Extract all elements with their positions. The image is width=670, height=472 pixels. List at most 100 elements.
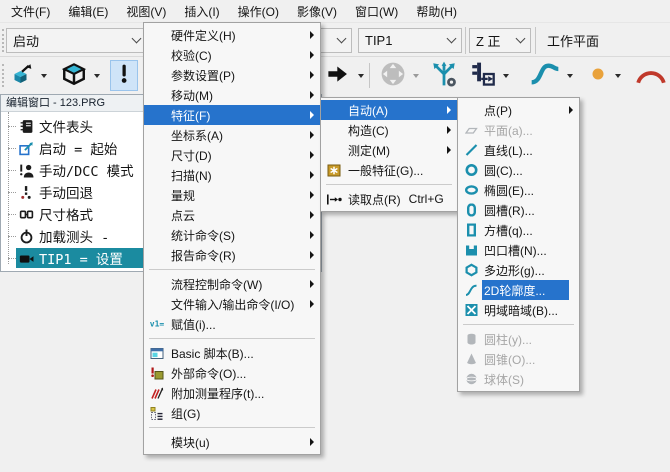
- menu-item-generic-feature[interactable]: 一般特征(G)...: [321, 160, 457, 180]
- submenu-arrow-icon: [310, 231, 314, 239]
- dropdown-caret-icon[interactable]: [503, 74, 509, 78]
- feature-submenu: 自动(A) 构造(C) 测定(M) 一般特征(G)... 读取点(R) Ctrl…: [320, 97, 458, 212]
- tree-row-label: TIP1 = 设置: [39, 248, 123, 268]
- menu-item-parameter-settings[interactable]: 参数设置(P): [144, 65, 320, 85]
- menu-item-hardware-definition[interactable]: 硬件定义(H): [144, 25, 320, 45]
- chevron-down-icon[interactable]: [447, 34, 457, 44]
- main-toolbar: [0, 57, 670, 94]
- group-icon: [149, 406, 165, 421]
- generic-feature-icon: [326, 163, 342, 178]
- move-pad-button[interactable]: [377, 60, 409, 91]
- chevron-down-icon[interactable]: [132, 34, 142, 44]
- menu-item-circle[interactable]: 圆(C)...: [458, 160, 579, 180]
- menu-item-sphere[interactable]: 球体(S): [458, 369, 579, 389]
- menu-item-polygon[interactable]: 多边形(g)...: [458, 260, 579, 280]
- submenu-arrow-icon: [310, 438, 314, 446]
- circle-icon: [463, 163, 479, 178]
- menu-item-read-point[interactable]: 读取点(R) Ctrl+G: [321, 189, 457, 209]
- menu-item-external-command[interactable]: 外部命令(O)...: [144, 363, 320, 383]
- point-dot-button[interactable]: [585, 60, 611, 91]
- menu-item-module[interactable]: 模块(u): [144, 432, 320, 452]
- menu-item-round-slot[interactable]: 圆槽(R)...: [458, 200, 579, 220]
- menu-item-report-command[interactable]: 报告命令(R): [144, 245, 320, 265]
- arc-button[interactable]: [632, 60, 670, 91]
- path-gear-button[interactable]: [428, 60, 460, 91]
- probe-toolbox-icon: [468, 61, 496, 90]
- run-arrow-button[interactable]: [322, 60, 354, 91]
- dropdown-caret-icon[interactable]: [413, 74, 419, 78]
- dropdown-caret-icon[interactable]: [41, 74, 47, 78]
- menu-item-line[interactable]: 直线(L)...: [458, 140, 579, 160]
- axis-combo[interactable]: Z 正: [469, 28, 531, 53]
- menubar-item-edit[interactable]: 编辑(E): [59, 0, 117, 22]
- menu-item-group[interactable]: 组(G): [144, 403, 320, 423]
- chevron-down-icon[interactable]: [516, 34, 526, 44]
- probe-mode-button[interactable]: [110, 60, 138, 91]
- menubar-item-operate[interactable]: 操作(O): [229, 0, 288, 22]
- menu-item-point[interactable]: 点(P): [458, 100, 579, 120]
- dropdown-caret-icon[interactable]: [615, 74, 621, 78]
- dim-format-icon: [18, 207, 34, 222]
- menubar-item-vision[interactable]: 影像(V): [288, 0, 346, 22]
- spline-curve-button[interactable]: [527, 60, 563, 91]
- mode-combo-value: 启动: [13, 31, 39, 50]
- submenu-arrow-icon: [310, 91, 314, 99]
- menu-item-cone[interactable]: 圆锥(O)...: [458, 349, 579, 369]
- dropdown-caret-icon[interactable]: [567, 74, 573, 78]
- file-header-icon: [18, 119, 34, 134]
- round-slot-icon: [463, 203, 479, 218]
- probe-mode-icon: [114, 61, 134, 90]
- toolbar-separator: [369, 63, 370, 88]
- menu-item-statistics-command[interactable]: 统计命令(S): [144, 225, 320, 245]
- menu-item-assignment[interactable]: v1=赋值(i)...: [144, 314, 320, 334]
- menu-item-dimension[interactable]: 尺寸(D): [144, 145, 320, 165]
- dropdown-caret-icon[interactable]: [358, 74, 364, 78]
- menu-item-cylinder[interactable]: 圆柱(y)...: [458, 329, 579, 349]
- arc-icon: [635, 64, 667, 87]
- menu-item-measured[interactable]: 测定(M): [321, 140, 457, 160]
- dropdown-caret-icon[interactable]: [94, 74, 100, 78]
- line-icon: [463, 143, 479, 158]
- menu-item-auto[interactable]: 自动(A): [321, 100, 457, 120]
- submenu-arrow-icon: [569, 106, 573, 114]
- menu-item-notch-slot[interactable]: 凹口槽(N)...: [458, 240, 579, 260]
- submenu-arrow-icon: [310, 171, 314, 179]
- menubar-item-help[interactable]: 帮助(H): [407, 0, 466, 22]
- menu-item-calibrate[interactable]: 校验(C): [144, 45, 320, 65]
- menu-item-square-slot[interactable]: 方槽(q)...: [458, 220, 579, 240]
- menu-item-feature[interactable]: 特征(F): [144, 105, 320, 125]
- submenu-arrow-icon: [310, 31, 314, 39]
- toolbar-separator: [465, 27, 466, 54]
- menu-item-constructed[interactable]: 构造(C): [321, 120, 457, 140]
- menubar-item-insert[interactable]: 插入(I): [175, 0, 228, 22]
- menubar-item-window[interactable]: 窗口(W): [346, 0, 407, 22]
- menubar-item-file[interactable]: 文件(F): [2, 0, 59, 22]
- menu-item-ellipse[interactable]: 椭圆(E)...: [458, 180, 579, 200]
- mode-combo[interactable]: 启动: [6, 28, 147, 53]
- menu-item-gauge[interactable]: 量规: [144, 185, 320, 205]
- menu-item-2d-profile[interactable]: 2D轮廓度...: [458, 280, 579, 300]
- view-cube-button[interactable]: [58, 60, 90, 91]
- menu-item-alignment[interactable]: 坐标系(A): [144, 125, 320, 145]
- menu-item-basic-script[interactable]: Basic 脚本(B)...: [144, 343, 320, 363]
- submenu-arrow-icon: [310, 71, 314, 79]
- menu-item-attach-measure-program[interactable]: 附加测量程序(t)...: [144, 383, 320, 403]
- menubar-item-view[interactable]: 视图(V): [117, 0, 175, 22]
- chevron-down-icon[interactable]: [337, 34, 347, 44]
- menu-separator: [326, 184, 452, 185]
- menu-item-plane[interactable]: 平面(a)...: [458, 120, 579, 140]
- cone-icon: [463, 352, 479, 367]
- menu-item-pointcloud[interactable]: 点云: [144, 205, 320, 225]
- probe-cube-button[interactable]: [7, 60, 37, 91]
- tip-combo[interactable]: TIP1: [358, 28, 462, 53]
- menu-item-file-io-command[interactable]: 文件输入/输出命令(I/O): [144, 294, 320, 314]
- submenu-arrow-icon: [310, 191, 314, 199]
- menu-item-light-dark[interactable]: 明域暗域(B)...: [458, 300, 579, 320]
- menu-item-scan[interactable]: 扫描(N): [144, 165, 320, 185]
- cylinder-icon: [463, 332, 479, 347]
- auto-submenu: 点(P) 平面(a)... 直线(L)... 圆(C)... 椭圆(E)... …: [457, 97, 580, 392]
- menu-item-flow-control-command[interactable]: 流程控制命令(W): [144, 274, 320, 294]
- tree-row-label: 手动回退: [39, 182, 93, 202]
- menu-item-move[interactable]: 移动(M): [144, 85, 320, 105]
- probe-toolbox-button[interactable]: [465, 60, 499, 91]
